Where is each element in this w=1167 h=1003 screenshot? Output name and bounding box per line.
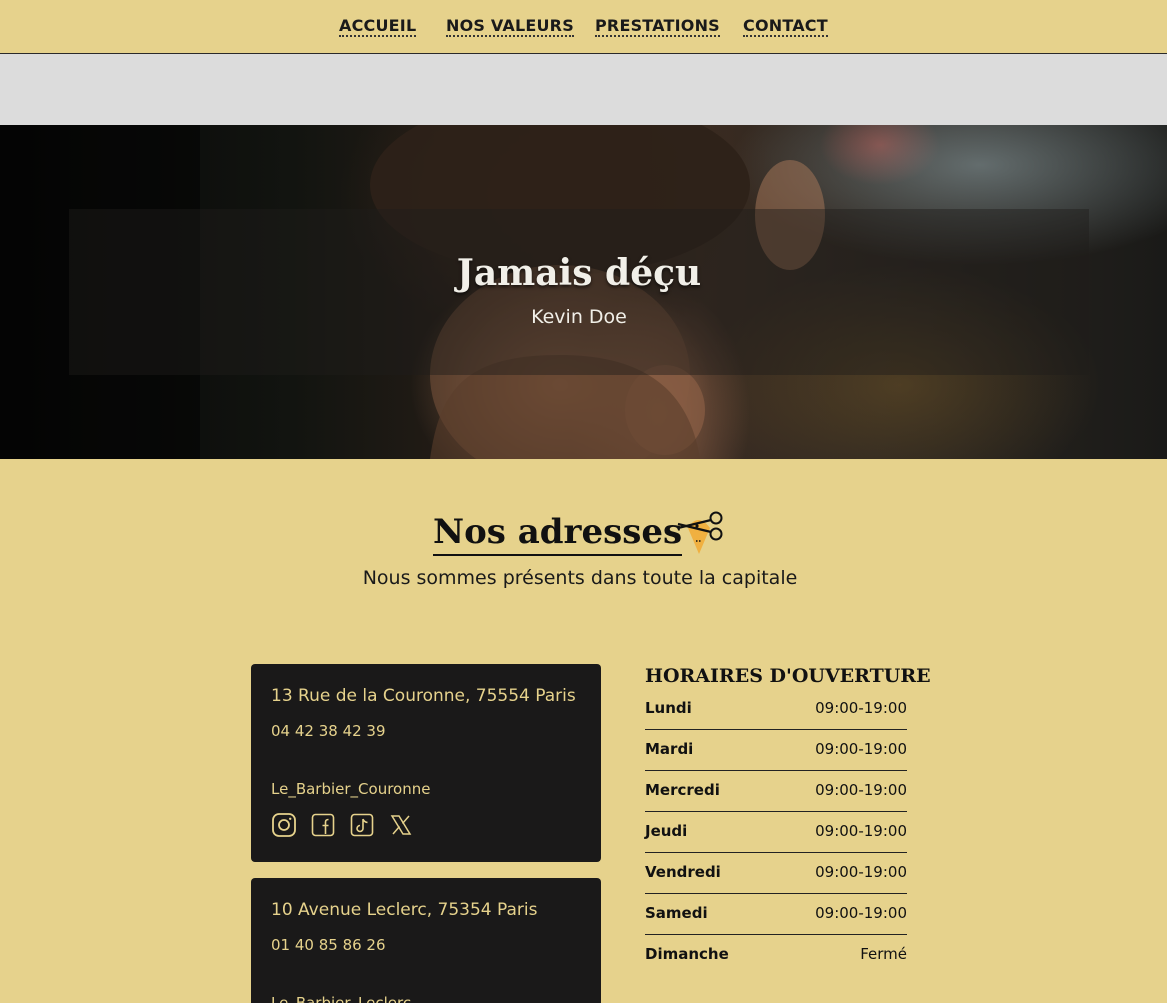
card-address: 10 Avenue Leclerc, 75354 Paris: [271, 900, 538, 920]
hero-testimonial: Jamais déçu Kevin Doe: [0, 125, 1167, 459]
top-nav: ACCUEIL NOS VALEURS PRESTATIONS CONTACT: [0, 0, 1167, 54]
hours-row: Samedi 09:00-19:00: [645, 894, 907, 935]
hours-day: Lundi: [645, 699, 692, 717]
card-social-handle: Le_Barbier_Couronne: [271, 780, 431, 798]
opening-hours-title: HORAIRES D'OUVERTURE: [645, 665, 931, 687]
hours-row: Vendredi 09:00-19:00: [645, 853, 907, 894]
hours-time: Fermé: [860, 945, 907, 963]
nav-accueil[interactable]: ACCUEIL: [339, 16, 417, 37]
testimonial-author: Kevin Doe: [531, 306, 627, 328]
nav-contact[interactable]: CONTACT: [743, 16, 828, 37]
hours-day: Dimanche: [645, 945, 729, 963]
nav-prestations[interactable]: PRESTATIONS: [595, 16, 720, 37]
hours-day: Jeudi: [645, 822, 688, 840]
hours-row: Dimanche Fermé: [645, 935, 907, 976]
hours-time: 09:00-19:00: [815, 781, 907, 799]
nav-nos-valeurs[interactable]: NOS VALEURS: [446, 16, 574, 37]
card-phone[interactable]: 04 42 38 42 39: [271, 722, 386, 741]
hours-day: Samedi: [645, 904, 708, 922]
hours-day: Mardi: [645, 740, 694, 758]
hours-row: Mercredi 09:00-19:00: [645, 771, 907, 812]
grey-band: [0, 54, 1167, 125]
hours-row: Jeudi 09:00-19:00: [645, 812, 907, 853]
hours-row: Lundi 09:00-19:00: [645, 689, 907, 730]
hours-time: 09:00-19:00: [815, 904, 907, 922]
facebook-icon[interactable]: [310, 812, 336, 838]
hours-time: 09:00-19:00: [815, 740, 907, 758]
card-phone[interactable]: 01 40 85 86 26: [271, 936, 386, 955]
hours-time: 09:00-19:00: [815, 822, 907, 840]
instagram-icon[interactable]: [271, 812, 297, 838]
card-address: 13 Rue de la Couronne, 75554 Paris: [271, 686, 576, 706]
tiktok-icon[interactable]: [349, 812, 375, 838]
card-social-handle: Le_Barbier_Leclerc: [271, 994, 412, 1003]
testimonial-quote: Jamais déçu: [456, 252, 702, 294]
hours-day: Mercredi: [645, 781, 720, 799]
hours-time: 09:00-19:00: [815, 863, 907, 881]
hours-day: Vendredi: [645, 863, 721, 881]
hours-time: 09:00-19:00: [815, 699, 907, 717]
x-icon[interactable]: [388, 812, 414, 838]
addresses-subtitle: Nous sommes présents dans toute la capit…: [362, 567, 798, 589]
scissors-location-pin-icon: [674, 508, 728, 560]
hours-row: Mardi 09:00-19:00: [645, 730, 907, 771]
address-card: 10 Avenue Leclerc, 75354 Paris 01 40 85 …: [251, 878, 601, 1003]
address-card: 13 Rue de la Couronne, 75554 Paris 04 42…: [251, 664, 601, 862]
addresses-title: Nos adresses: [433, 510, 683, 556]
